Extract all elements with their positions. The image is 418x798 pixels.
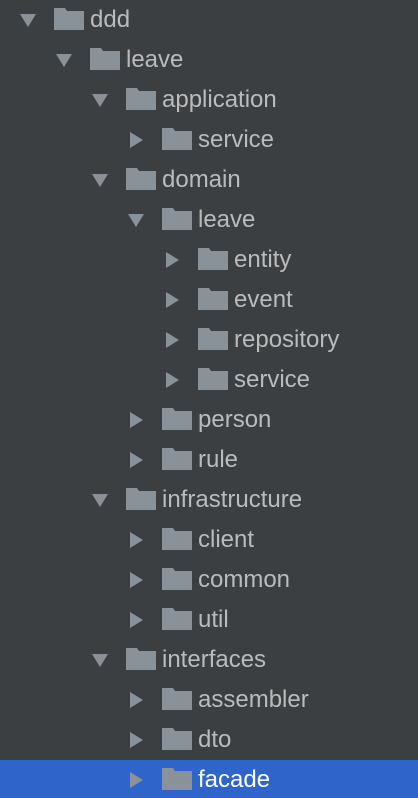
tree-node-leave[interactable]: leave xyxy=(0,40,418,80)
folder-icon xyxy=(126,88,156,110)
tree-node-label: interfaces xyxy=(162,646,267,673)
chevron-down-icon[interactable] xyxy=(18,10,38,30)
folder-icon xyxy=(162,568,192,590)
tree-node-repository[interactable]: repository xyxy=(0,320,418,360)
tree-node-label: leave xyxy=(126,46,184,73)
tree-node-label: facade xyxy=(198,766,271,793)
chevron-down-icon[interactable] xyxy=(54,50,74,70)
chevron-right-icon[interactable] xyxy=(162,330,182,350)
chevron-right-icon[interactable] xyxy=(126,130,146,150)
tree-node-service[interactable]: service xyxy=(0,360,418,400)
chevron-down-icon[interactable] xyxy=(126,210,146,230)
tree-node-label: entity xyxy=(234,246,292,273)
tree-node-domain[interactable]: domain xyxy=(0,160,418,200)
chevron-right-icon[interactable] xyxy=(162,290,182,310)
folder-icon xyxy=(54,8,84,30)
chevron-right-icon[interactable] xyxy=(126,770,146,790)
chevron-right-icon[interactable] xyxy=(162,370,182,390)
folder-icon xyxy=(162,768,192,790)
folder-icon xyxy=(198,328,228,350)
folder-icon xyxy=(126,648,156,670)
chevron-right-icon[interactable] xyxy=(126,690,146,710)
tree-node-label: common xyxy=(198,566,291,593)
tree-node-client[interactable]: client xyxy=(0,520,418,560)
tree-node-entity[interactable]: entity xyxy=(0,240,418,280)
tree-node-assembler[interactable]: assembler xyxy=(0,680,418,720)
folder-icon xyxy=(126,168,156,190)
folder-icon xyxy=(162,448,192,470)
tree-node-label: dto xyxy=(198,726,232,753)
tree-node-label: service xyxy=(234,366,311,393)
tree-node-application[interactable]: application xyxy=(0,80,418,120)
tree-node-label: assembler xyxy=(198,686,309,713)
tree-node-label: client xyxy=(198,526,255,553)
tree-node-label: rule xyxy=(198,446,239,473)
tree-node-label: person xyxy=(198,406,272,433)
tree-node-leave[interactable]: leave xyxy=(0,200,418,240)
chevron-right-icon[interactable] xyxy=(126,410,146,430)
chevron-down-icon[interactable] xyxy=(90,650,110,670)
folder-icon xyxy=(162,688,192,710)
chevron-down-icon[interactable] xyxy=(90,170,110,190)
tree-node-dto[interactable]: dto xyxy=(0,720,418,760)
chevron-down-icon[interactable] xyxy=(90,490,110,510)
chevron-right-icon[interactable] xyxy=(126,450,146,470)
chevron-right-icon[interactable] xyxy=(126,530,146,550)
tree-node-label: service xyxy=(198,126,275,153)
tree-node-label: leave xyxy=(198,206,256,233)
tree-node-rule[interactable]: rule xyxy=(0,440,418,480)
folder-icon xyxy=(90,48,120,70)
tree-node-ddd[interactable]: ddd xyxy=(0,0,418,40)
tree-node-common[interactable]: common xyxy=(0,560,418,600)
folder-icon xyxy=(162,608,192,630)
folder-icon xyxy=(162,528,192,550)
folder-icon xyxy=(162,408,192,430)
chevron-down-icon[interactable] xyxy=(90,90,110,110)
project-tree[interactable]: ddd leave application service domain leave ent… xyxy=(0,0,418,798)
tree-node-label: infrastructure xyxy=(162,486,303,513)
chevron-right-icon[interactable] xyxy=(162,250,182,270)
tree-node-label: event xyxy=(234,286,293,313)
chevron-right-icon[interactable] xyxy=(126,610,146,630)
folder-icon xyxy=(162,128,192,150)
tree-node-label: domain xyxy=(162,166,241,193)
tree-node-label: repository xyxy=(234,326,340,353)
folder-icon xyxy=(198,368,228,390)
tree-node-util[interactable]: util xyxy=(0,600,418,640)
tree-node-service[interactable]: service xyxy=(0,120,418,160)
folder-icon xyxy=(198,288,228,310)
tree-node-label: application xyxy=(162,86,277,113)
folder-icon xyxy=(162,728,192,750)
tree-node-interfaces[interactable]: interfaces xyxy=(0,640,418,680)
folder-icon xyxy=(162,208,192,230)
folder-icon xyxy=(126,488,156,510)
chevron-right-icon[interactable] xyxy=(126,570,146,590)
tree-node-event[interactable]: event xyxy=(0,280,418,320)
chevron-right-icon[interactable] xyxy=(126,730,146,750)
tree-node-label: ddd xyxy=(90,6,131,33)
tree-node-label: util xyxy=(198,606,229,633)
tree-node-person[interactable]: person xyxy=(0,400,418,440)
folder-icon xyxy=(198,248,228,270)
tree-node-facade[interactable]: facade xyxy=(0,760,418,798)
tree-node-infrastructure[interactable]: infrastructure xyxy=(0,480,418,520)
